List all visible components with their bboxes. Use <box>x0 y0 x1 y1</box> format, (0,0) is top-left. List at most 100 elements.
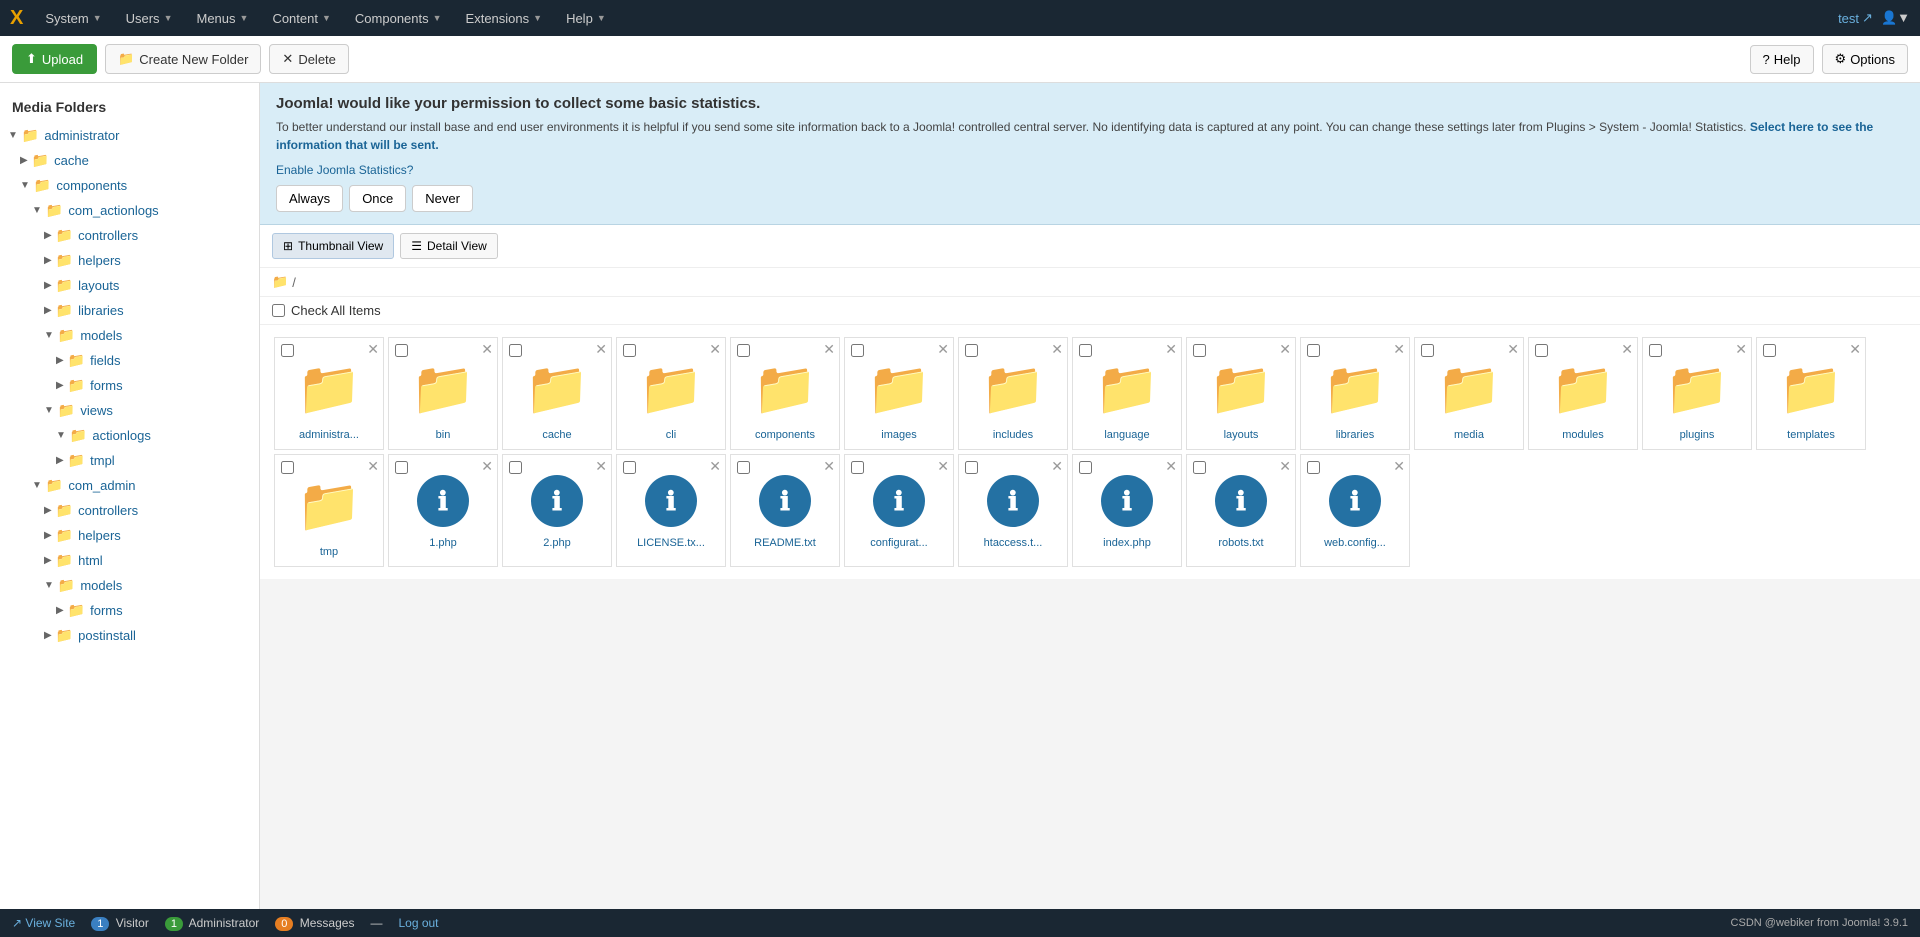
item-label[interactable]: components <box>751 425 819 449</box>
item-delete-icon[interactable]: ✕ <box>1621 342 1633 356</box>
item-checkbox[interactable] <box>1535 344 1548 357</box>
sidebar-item-models2[interactable]: ▼ 📁 models <box>0 573 259 598</box>
item-checkbox[interactable] <box>1193 344 1206 357</box>
item-delete-icon[interactable]: ✕ <box>1393 342 1405 356</box>
sidebar-item-tmpl[interactable]: ▶ 📁 tmpl <box>0 448 259 473</box>
sidebar-item-forms2[interactable]: ▶ 📁 forms <box>0 598 259 623</box>
item-checkbox[interactable] <box>851 344 864 357</box>
item-label[interactable]: libraries <box>1332 425 1379 449</box>
sidebar-item-controllers2[interactable]: ▶ 📁 controllers <box>0 498 259 523</box>
item-delete-icon[interactable]: ✕ <box>709 459 721 473</box>
nav-help[interactable]: Help ▼ <box>556 7 616 30</box>
item-checkbox[interactable] <box>623 344 636 357</box>
item-label[interactable]: language <box>1100 425 1153 449</box>
item-label[interactable]: cache <box>538 425 575 449</box>
item-label[interactable]: README.txt <box>750 533 820 557</box>
item-checkbox[interactable] <box>1079 344 1092 357</box>
sidebar-item-views[interactable]: ▼ 📁 views <box>0 398 259 423</box>
item-checkbox[interactable] <box>1193 461 1206 474</box>
item-checkbox[interactable] <box>509 461 522 474</box>
item-label[interactable]: robots.txt <box>1214 533 1267 557</box>
item-checkbox[interactable] <box>509 344 522 357</box>
nav-content[interactable]: Content ▼ <box>262 7 340 30</box>
item-checkbox[interactable] <box>395 344 408 357</box>
item-delete-icon[interactable]: ✕ <box>1279 459 1291 473</box>
item-delete-icon[interactable]: ✕ <box>481 342 493 356</box>
item-delete-icon[interactable]: ✕ <box>823 342 835 356</box>
item-delete-icon[interactable]: ✕ <box>709 342 721 356</box>
check-all-checkbox[interactable] <box>272 304 285 317</box>
item-checkbox[interactable] <box>1649 344 1662 357</box>
sidebar-item-com-admin[interactable]: ▼ 📁 com_admin <box>0 473 259 498</box>
item-checkbox[interactable] <box>1421 344 1434 357</box>
item-delete-icon[interactable]: ✕ <box>1165 459 1177 473</box>
upload-button[interactable]: ⬆ Upload <box>12 44 97 74</box>
item-label[interactable]: htaccess.t... <box>980 533 1047 557</box>
user-link[interactable]: test ↗ <box>1838 10 1873 26</box>
item-checkbox[interactable] <box>1307 461 1320 474</box>
nav-users[interactable]: Users ▼ <box>116 7 183 30</box>
sidebar-item-postinstall[interactable]: ▶ 📁 postinstall <box>0 623 259 648</box>
item-delete-icon[interactable]: ✕ <box>1849 342 1861 356</box>
view-site-link[interactable]: ↗ View Site <box>12 916 75 930</box>
user-icon[interactable]: 👤▼ <box>1881 10 1910 26</box>
sidebar-item-cache[interactable]: ▶ 📁 cache <box>0 148 259 173</box>
sidebar-item-libraries[interactable]: ▶ 📁 libraries <box>0 298 259 323</box>
item-delete-icon[interactable]: ✕ <box>937 459 949 473</box>
detail-view-button[interactable]: ☰ Detail View <box>400 233 498 259</box>
thumbnail-view-button[interactable]: ⊞ Thumbnail View <box>272 233 394 259</box>
item-label[interactable]: bin <box>432 425 455 449</box>
sidebar-item-fields[interactable]: ▶ 📁 fields <box>0 348 259 373</box>
sidebar-item-administrator[interactable]: ▼ 📁 administrator <box>0 123 259 148</box>
help-button[interactable]: ? Help <box>1750 45 1814 74</box>
sidebar-item-helpers[interactable]: ▶ 📁 helpers <box>0 248 259 273</box>
item-checkbox[interactable] <box>1763 344 1776 357</box>
sidebar-item-models[interactable]: ▼ 📁 models <box>0 323 259 348</box>
nav-menus[interactable]: Menus ▼ <box>186 7 258 30</box>
delete-button[interactable]: ✕ Delete <box>269 44 348 74</box>
enable-stats-link[interactable]: Enable Joomla Statistics? <box>276 163 413 177</box>
item-delete-icon[interactable]: ✕ <box>367 459 379 473</box>
item-checkbox[interactable] <box>1307 344 1320 357</box>
item-label[interactable]: plugins <box>1676 425 1719 449</box>
item-label[interactable]: 1.php <box>425 533 461 557</box>
item-label[interactable]: includes <box>989 425 1037 449</box>
nav-extensions[interactable]: Extensions ▼ <box>456 7 553 30</box>
btn-once[interactable]: Once <box>349 185 406 212</box>
item-label[interactable]: LICENSE.tx... <box>633 533 709 557</box>
item-checkbox[interactable] <box>1079 461 1092 474</box>
item-delete-icon[interactable]: ✕ <box>823 459 835 473</box>
item-delete-icon[interactable]: ✕ <box>1735 342 1747 356</box>
sidebar-item-controllers[interactable]: ▶ 📁 controllers <box>0 223 259 248</box>
item-checkbox[interactable] <box>737 461 750 474</box>
item-label[interactable]: tmp <box>316 542 342 566</box>
item-delete-icon[interactable]: ✕ <box>481 459 493 473</box>
item-label[interactable]: layouts <box>1220 425 1263 449</box>
item-delete-icon[interactable]: ✕ <box>937 342 949 356</box>
item-checkbox[interactable] <box>623 461 636 474</box>
item-checkbox[interactable] <box>395 461 408 474</box>
item-delete-icon[interactable]: ✕ <box>1507 342 1519 356</box>
btn-always[interactable]: Always <box>276 185 343 212</box>
item-checkbox[interactable] <box>281 344 294 357</box>
item-label[interactable]: modules <box>1558 425 1608 449</box>
item-label[interactable]: images <box>877 425 920 449</box>
item-checkbox[interactable] <box>281 461 294 474</box>
item-label[interactable]: index.php <box>1099 533 1155 557</box>
item-checkbox[interactable] <box>965 344 978 357</box>
create-folder-button[interactable]: 📁 Create New Folder <box>105 44 261 74</box>
item-label[interactable]: 2.php <box>539 533 575 557</box>
logout-link[interactable]: Log out <box>398 916 438 930</box>
item-label[interactable]: templates <box>1783 425 1839 449</box>
item-checkbox[interactable] <box>851 461 864 474</box>
btn-never[interactable]: Never <box>412 185 473 212</box>
sidebar-item-layouts[interactable]: ▶ 📁 layouts <box>0 273 259 298</box>
sidebar-item-components[interactable]: ▼ 📁 components <box>0 173 259 198</box>
sidebar-item-actionlogs[interactable]: ▼ 📁 actionlogs <box>0 423 259 448</box>
item-delete-icon[interactable]: ✕ <box>1279 342 1291 356</box>
nav-components[interactable]: Components ▼ <box>345 7 452 30</box>
check-all-label[interactable]: Check All Items <box>272 303 1908 318</box>
item-delete-icon[interactable]: ✕ <box>595 342 607 356</box>
item-label[interactable]: media <box>1450 425 1488 449</box>
item-delete-icon[interactable]: ✕ <box>1051 342 1063 356</box>
